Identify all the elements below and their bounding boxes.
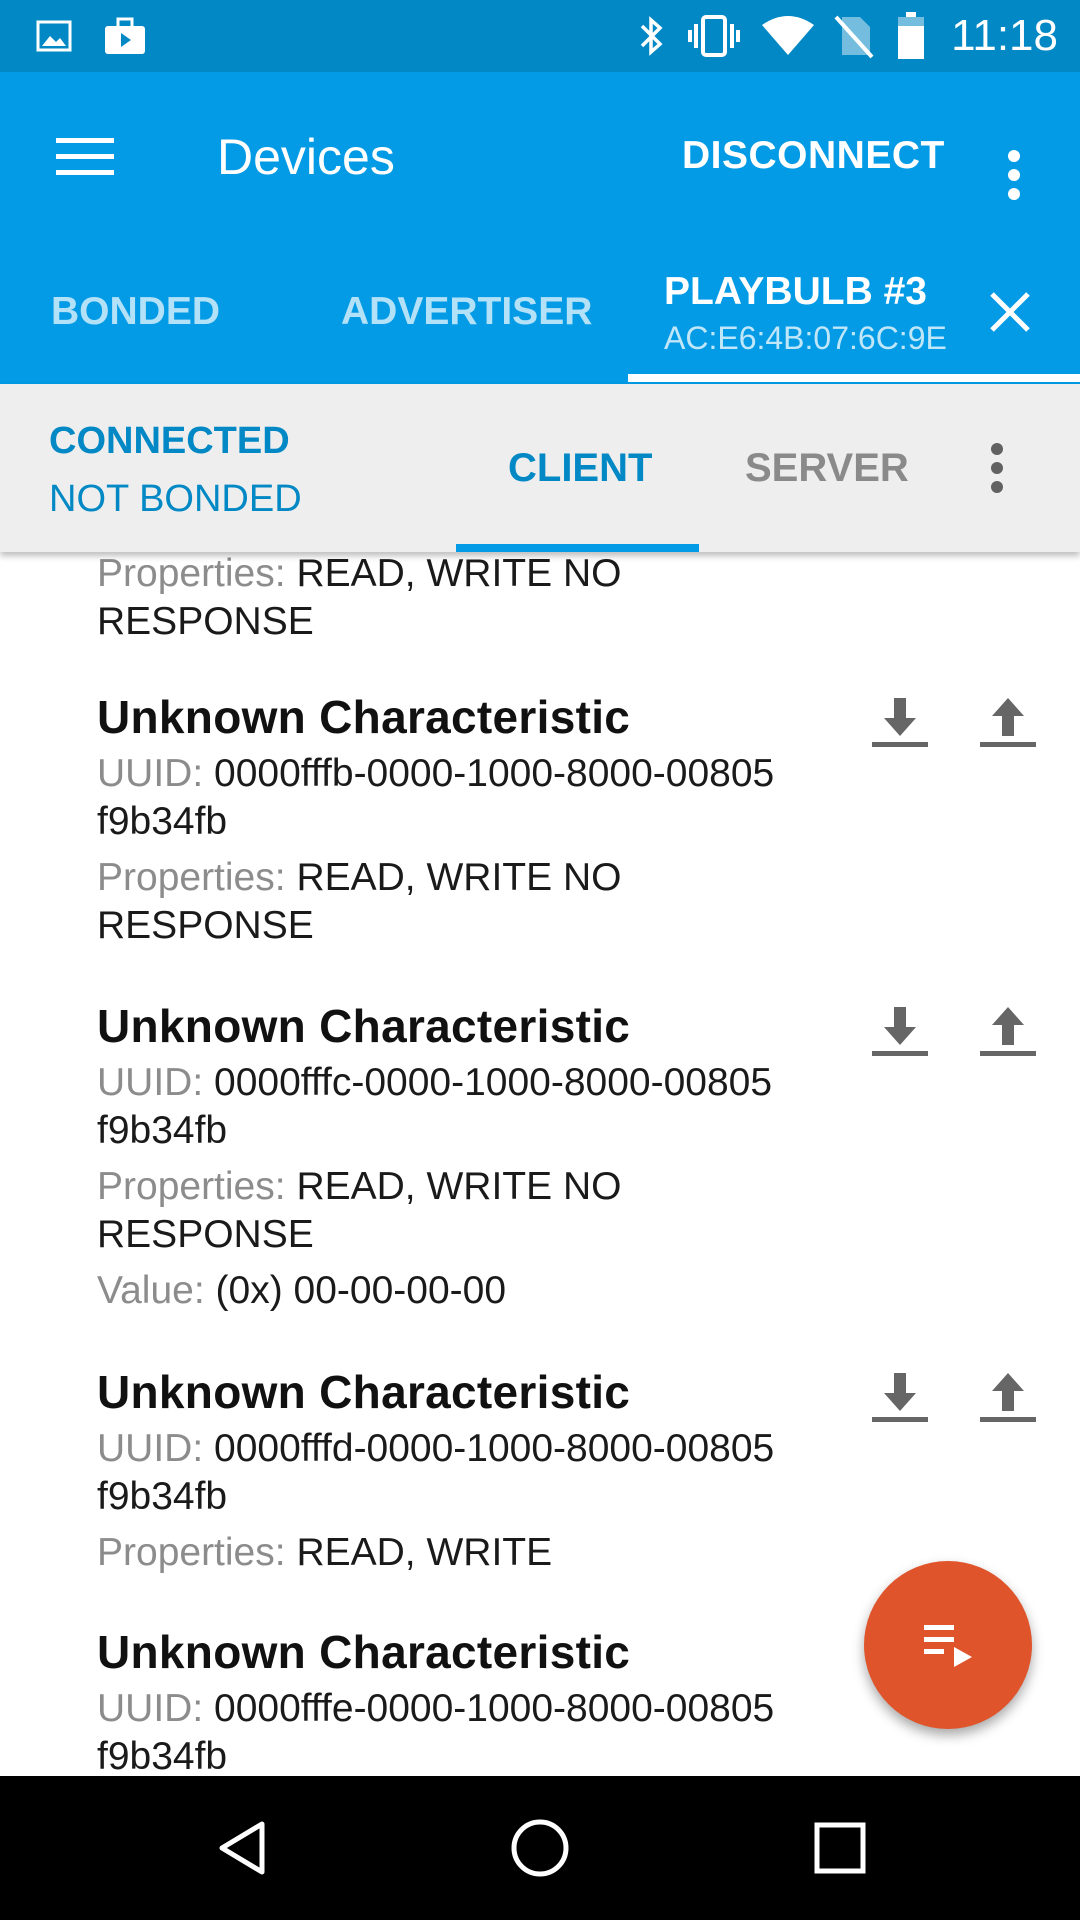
properties-line: Properties: READ, WRITE NO bbox=[97, 552, 622, 595]
device-mac: AC:E6:4B:07:6C:9E bbox=[664, 320, 947, 356]
back-icon[interactable] bbox=[170, 1776, 314, 1920]
read-icon[interactable] bbox=[868, 1001, 932, 1061]
uuid-line-cont: f9b34fb bbox=[97, 1735, 228, 1776]
tab-server[interactable]: SERVER bbox=[745, 446, 909, 491]
tab-client[interactable]: CLIENT bbox=[508, 446, 652, 491]
tab-indicator bbox=[628, 374, 1080, 382]
characteristic-title: Unknown Characteristic bbox=[97, 1626, 631, 1678]
log-fab-button[interactable] bbox=[864, 1561, 1032, 1729]
disconnect-button[interactable]: DISCONNECT bbox=[682, 134, 945, 178]
characteristic-title: Unknown Characteristic bbox=[97, 1366, 631, 1418]
properties-line: Properties: READ, WRITE bbox=[97, 1531, 553, 1574]
tab-advertiser[interactable]: ADVERTISER bbox=[341, 290, 592, 334]
characteristic-title: Unknown Characteristic bbox=[97, 691, 631, 743]
properties-line: Properties: READ, WRITE NO bbox=[97, 856, 622, 899]
uuid-line: UUID: 0000fffc-0000-1000-8000-00805 bbox=[97, 1061, 773, 1104]
uuid-line: UUID: 0000fffd-0000-1000-8000-00805 bbox=[97, 1427, 775, 1470]
no-sim-icon bbox=[832, 0, 876, 72]
app-bar: Devices DISCONNECT BONDED ADVERTISER PLA… bbox=[0, 72, 1080, 384]
uuid-line: UUID: 0000fffe-0000-1000-8000-00805 bbox=[97, 1687, 775, 1730]
device-name: PLAYBULB #3 bbox=[664, 270, 927, 313]
uuid-line: UUID: 0000fffb-0000-1000-8000-00805 bbox=[97, 752, 775, 795]
bluetooth-icon bbox=[634, 0, 670, 72]
read-icon[interactable] bbox=[868, 1367, 932, 1427]
recents-icon[interactable] bbox=[768, 1776, 912, 1920]
navigation-bar bbox=[0, 1776, 1080, 1920]
gallery-icon bbox=[34, 0, 74, 72]
value-line: Value: (0x) 00-00-00-00 bbox=[97, 1269, 507, 1312]
connection-bar: CONNECTED NOT BONDED CLIENT SERVER bbox=[0, 384, 1080, 552]
uuid-line-cont: f9b34fb bbox=[97, 800, 228, 843]
page-title: Devices bbox=[217, 129, 395, 185]
wifi-icon bbox=[758, 0, 818, 72]
tab-device[interactable]: PLAYBULB #3 AC:E6:4B:07:6C:9E bbox=[664, 270, 947, 357]
write-icon[interactable] bbox=[976, 1367, 1040, 1427]
menu-icon[interactable] bbox=[40, 112, 130, 202]
write-icon[interactable] bbox=[976, 1001, 1040, 1061]
read-icon[interactable] bbox=[868, 692, 932, 752]
clock: 11:18 bbox=[951, 11, 1058, 60]
tab-bonded[interactable]: BONDED bbox=[51, 290, 220, 334]
sub-tab-indicator bbox=[456, 544, 699, 552]
battery-icon bbox=[894, 0, 928, 72]
properties-line-cont: RESPONSE bbox=[97, 1213, 314, 1256]
uuid-line-cont: f9b34fb bbox=[97, 1475, 228, 1518]
properties-line: Properties: READ, WRITE NO bbox=[97, 1165, 622, 1208]
vibrate-icon bbox=[686, 0, 742, 72]
properties-line-cont: RESPONSE bbox=[97, 904, 314, 947]
close-tab-icon[interactable] bbox=[980, 282, 1040, 342]
home-icon[interactable] bbox=[468, 1776, 612, 1920]
characteristic-title: Unknown Characteristic bbox=[97, 1000, 631, 1052]
properties-line-cont: RESPONSE bbox=[97, 600, 314, 643]
bond-state: NOT BONDED bbox=[49, 478, 302, 520]
briefcase-play-icon bbox=[102, 0, 148, 72]
status-bar: 11:18 bbox=[0, 0, 1080, 72]
write-icon[interactable] bbox=[976, 692, 1040, 752]
uuid-line-cont: f9b34fb bbox=[97, 1109, 228, 1152]
more-options-icon[interactable] bbox=[990, 127, 1038, 223]
more-options-icon[interactable] bbox=[982, 430, 1012, 506]
connection-state: CONNECTED bbox=[49, 420, 290, 462]
playlist-play-icon bbox=[924, 1625, 972, 1667]
